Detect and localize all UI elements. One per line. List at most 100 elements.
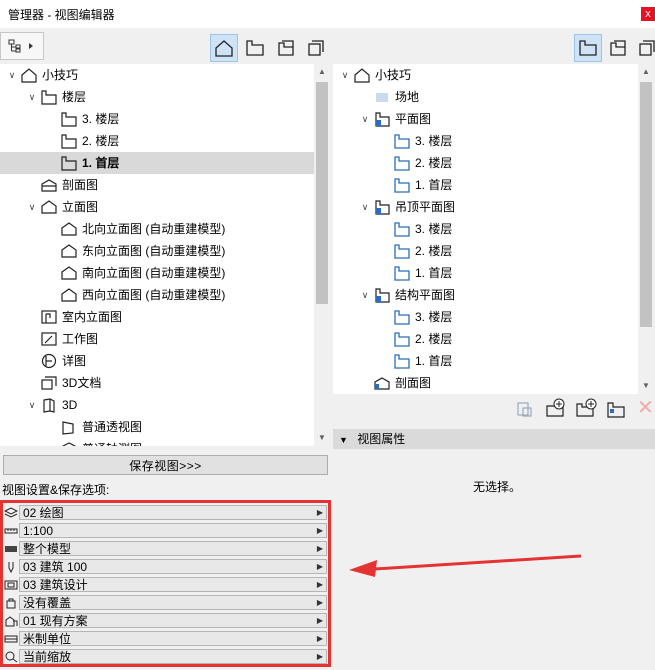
- scroll-down-arrow[interactable]: ▼: [638, 378, 654, 394]
- project-map-item[interactable]: 剖面图: [0, 174, 314, 196]
- view-map-item-label: 剖面图: [395, 376, 432, 390]
- project-map-item[interactable]: ∨ 立面图: [0, 196, 314, 218]
- view-setting-row[interactable]: 没有覆盖 ▶: [3, 594, 328, 611]
- expand-toggle-icon[interactable]: ∨: [359, 108, 371, 130]
- project-map-item[interactable]: 详图: [0, 350, 314, 372]
- view-setting-dropdown[interactable]: 当前缩放 ▶: [19, 649, 327, 664]
- view-map-item[interactable]: 2. 楼层: [333, 240, 638, 262]
- submenu-arrow-icon: ▶: [316, 652, 323, 661]
- view-map-item[interactable]: 2. 楼层: [333, 328, 638, 350]
- project-map-item-label: 3. 楼层: [82, 112, 120, 126]
- close-button[interactable]: x: [641, 7, 655, 21]
- navigator-menu-button[interactable]: [0, 32, 44, 60]
- scroll-down-arrow[interactable]: ▼: [314, 430, 330, 446]
- scroll-thumb[interactable]: [640, 82, 652, 327]
- project-map-item-label: 详图: [62, 354, 87, 368]
- new-folder-button[interactable]: [545, 398, 567, 421]
- expand-toggle-icon[interactable]: ∨: [359, 284, 371, 306]
- view-setting-row[interactable]: 01 现有方案 ▶: [3, 612, 328, 629]
- delete-icon[interactable]: ✕: [637, 398, 654, 418]
- view-setting-dropdown[interactable]: 03 建筑设计 ▶: [19, 577, 327, 592]
- view-setting-dropdown[interactable]: 没有覆盖 ▶: [19, 595, 327, 610]
- view-map-item[interactable]: 3. 楼层: [333, 218, 638, 240]
- project-map-item[interactable]: 北向立面图 (自动重建模型): [0, 218, 314, 240]
- project-map-item[interactable]: 室内立面图: [0, 306, 314, 328]
- right-publisher-sets-button[interactable]: [633, 34, 655, 62]
- view-map-item[interactable]: 1. 首层: [333, 262, 638, 284]
- right-layout-book-button[interactable]: [604, 34, 632, 62]
- view-map-item[interactable]: 3. 楼层: [333, 130, 638, 152]
- project-map-item[interactable]: ∨ 3D: [0, 394, 314, 416]
- scroll-up-arrow[interactable]: ▲: [314, 64, 330, 80]
- expand-toggle-icon[interactable]: ∨: [339, 64, 351, 86]
- new-view-button[interactable]: [575, 398, 597, 421]
- project-map-item[interactable]: ∨ 小技巧: [0, 64, 314, 86]
- renovation-icon: [3, 612, 19, 629]
- scroll-thumb[interactable]: [316, 82, 328, 304]
- view-map-tree[interactable]: ∨ 小技巧 场地 ∨ 平面图 3. 楼层 2. 楼层 1. 首层 ∨ 吊顶平面图 3. 楼层 2. 楼…: [333, 64, 638, 394]
- project-map-item[interactable]: 1. 首层: [0, 152, 314, 174]
- project-map-item[interactable]: 普通轴测图: [0, 438, 314, 446]
- view-properties-header[interactable]: ▼ 视图属性: [333, 429, 655, 449]
- 3d-icon: [40, 397, 58, 413]
- project-map-item[interactable]: ∨ 楼层: [0, 86, 314, 108]
- project-map-item[interactable]: 工作图: [0, 328, 314, 350]
- story-blue-icon: [393, 221, 411, 237]
- project-map-item[interactable]: 普通透视图: [0, 416, 314, 438]
- view-map-item[interactable]: 剖面图: [333, 372, 638, 394]
- view-setting-dropdown[interactable]: 米制单位 ▶: [19, 631, 327, 646]
- view-setting-dropdown[interactable]: 01 现有方案 ▶: [19, 613, 327, 628]
- view-map-button[interactable]: [241, 34, 269, 62]
- view-setting-dropdown[interactable]: 整个模型 ▶: [19, 541, 327, 556]
- left-tree-scrollbar[interactable]: ▲ ▼: [314, 64, 330, 446]
- view-setting-row[interactable]: 米制单位 ▶: [3, 630, 328, 647]
- view-settings-button[interactable]: [605, 399, 627, 422]
- story-icon: [40, 89, 58, 105]
- project-map-item[interactable]: 南向立面图 (自动重建模型): [0, 262, 314, 284]
- save-view-button[interactable]: 保存视图>>>: [3, 455, 328, 475]
- project-map-item[interactable]: 2. 楼层: [0, 130, 314, 152]
- project-map-tree[interactable]: ∨ 小技巧 ∨ 楼层 3. 楼层 2. 楼层 1. 首层 剖面图 ∨ 立面图北向立面图 (自动重建…: [0, 64, 314, 446]
- project-map-button[interactable]: [210, 34, 238, 62]
- project-map-item[interactable]: 西向立面图 (自动重建模型): [0, 284, 314, 306]
- navigator-tree-icon: [8, 39, 33, 53]
- project-map-item[interactable]: 东向立面图 (自动重建模型): [0, 240, 314, 262]
- project-map-item-label: 3D: [62, 398, 78, 412]
- view-setting-dropdown[interactable]: 03 建筑 100 ▶: [19, 559, 327, 574]
- view-map-item[interactable]: 3. 楼层: [333, 306, 638, 328]
- project-map-item[interactable]: 3. 楼层: [0, 108, 314, 130]
- view-setting-row[interactable]: 1:100 ▶: [3, 522, 328, 539]
- expand-toggle-icon[interactable]: ∨: [26, 196, 38, 218]
- view-setting-row[interactable]: 02 绘图 ▶: [3, 504, 328, 521]
- expand-toggle-icon[interactable]: ∨: [359, 196, 371, 218]
- view-map-item-label: 1. 首层: [415, 266, 453, 280]
- view-map-item[interactable]: 1. 首层: [333, 350, 638, 372]
- view-map-item[interactable]: ∨ 平面图: [333, 108, 638, 130]
- view-setting-dropdown[interactable]: 1:100 ▶: [19, 523, 327, 538]
- view-setting-row[interactable]: 整个模型 ▶: [3, 540, 328, 557]
- view-map-item[interactable]: 2. 楼层: [333, 152, 638, 174]
- project-map-item-label: 北向立面图 (自动重建模型): [82, 222, 226, 236]
- view-setting-row[interactable]: 03 建筑 100 ▶: [3, 558, 328, 575]
- publisher-sets-button[interactable]: [302, 34, 330, 62]
- view-map-item[interactable]: ∨ 吊顶平面图: [333, 196, 638, 218]
- view-map-item[interactable]: 1. 首层: [333, 174, 638, 196]
- view-setting-row[interactable]: 当前缩放 ▶: [3, 648, 328, 665]
- expand-toggle-icon[interactable]: ∨: [26, 86, 38, 108]
- view-setting-dropdown[interactable]: 02 绘图 ▶: [19, 505, 327, 520]
- project-map-item-label: 西向立面图 (自动重建模型): [82, 288, 226, 302]
- expand-toggle-icon[interactable]: ∨: [6, 64, 18, 86]
- expand-toggle-icon[interactable]: ∨: [26, 394, 38, 416]
- scroll-up-arrow[interactable]: ▲: [638, 64, 654, 80]
- layout-book-button[interactable]: [272, 34, 300, 62]
- view-setting-row[interactable]: 03 建筑设计 ▶: [3, 576, 328, 593]
- view-map-item[interactable]: ∨ 结构平面图: [333, 284, 638, 306]
- view-map-item[interactable]: ∨ 小技巧: [333, 64, 638, 86]
- project-map-item[interactable]: 3D文档: [0, 372, 314, 394]
- right-view-map-button[interactable]: [574, 34, 602, 62]
- view-map-item[interactable]: 场地: [333, 86, 638, 108]
- clone-folder-button[interactable]: [515, 400, 535, 421]
- elevation-icon: [40, 199, 58, 215]
- right-tree-scrollbar[interactable]: ▲ ▼: [638, 64, 655, 394]
